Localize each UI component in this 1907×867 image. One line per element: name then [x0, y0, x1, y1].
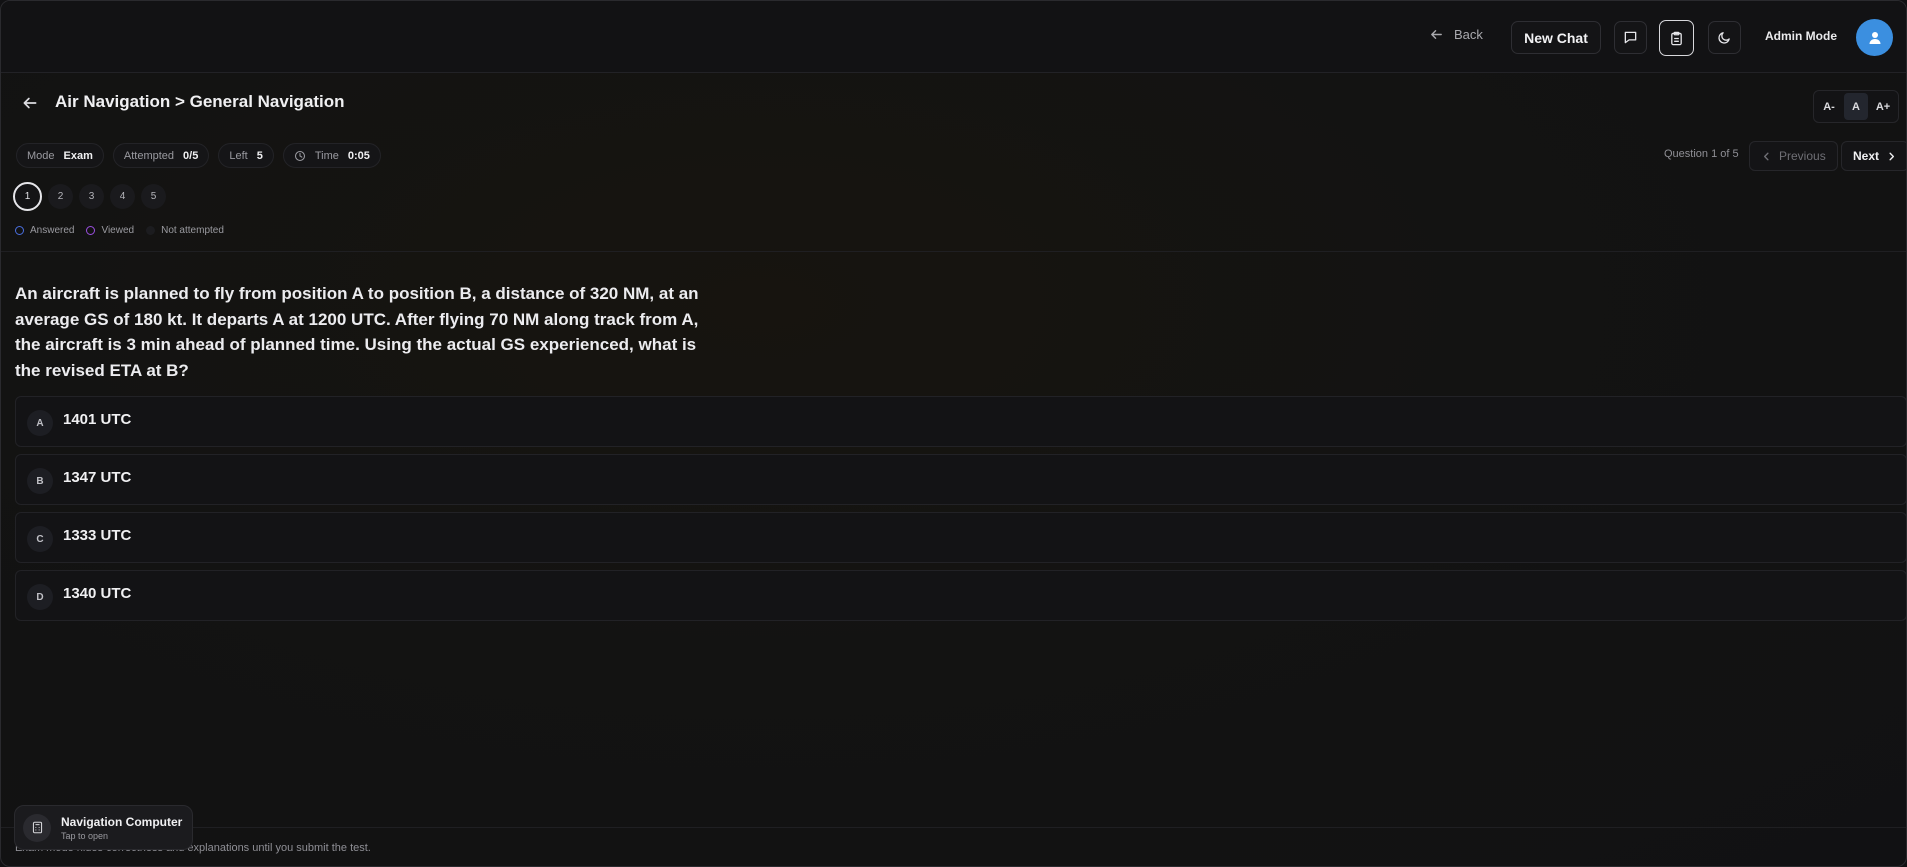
option-c[interactable]: C 1333 UTC — [15, 512, 1906, 563]
question-number-2[interactable]: 2 — [48, 184, 73, 209]
navigation-computer-button[interactable]: Navigation Computer Tap to open — [14, 805, 193, 850]
divider — [1, 251, 1906, 252]
theme-toggle-button[interactable] — [1708, 21, 1741, 54]
legend-not-attempted-label: Not attempted — [161, 225, 224, 236]
mode-chip: Mode Exam — [16, 143, 104, 168]
back-label: Back — [1454, 27, 1483, 42]
legend-answered-label: Answered — [30, 225, 75, 236]
back-link[interactable]: Back — [1429, 27, 1483, 42]
mode-value: Exam — [63, 149, 93, 162]
option-a[interactable]: A 1401 UTC — [15, 396, 1906, 447]
clock-icon — [294, 150, 305, 161]
stats-bar: Mode Exam Attempted 0/5 Left 5 Time 0:05 — [16, 143, 381, 168]
option-text: 1333 UTC — [63, 527, 132, 544]
next-label: Next — [1853, 149, 1880, 163]
new-chat-button[interactable]: New Chat — [1511, 21, 1601, 54]
time-chip: Time 0:05 — [282, 143, 381, 168]
option-b[interactable]: B 1347 UTC — [15, 454, 1906, 505]
arrow-left-icon — [1431, 30, 1442, 39]
title-back-icon[interactable] — [21, 94, 39, 112]
font-decrease-button[interactable]: A- — [1817, 93, 1841, 120]
font-default-button[interactable]: A — [1844, 93, 1868, 120]
option-letter: B — [27, 468, 53, 494]
answered-dot-icon — [15, 226, 24, 235]
user-icon — [1869, 31, 1880, 44]
question-number-1[interactable]: 1 — [13, 182, 42, 211]
font-size-controls: A- A A+ — [1813, 90, 1899, 123]
app-window: Back New Chat Admin Mode Air Navigation … — [0, 0, 1907, 867]
option-d[interactable]: D 1340 UTC — [15, 570, 1906, 621]
font-increase-button[interactable]: A+ — [1871, 93, 1895, 120]
navigation-computer-subtitle: Tap to open — [61, 830, 109, 841]
next-button[interactable]: Next — [1841, 141, 1906, 171]
attempted-value: 0/5 — [183, 149, 199, 162]
navigation-computer-title: Navigation Computer — [61, 814, 183, 829]
question-number-3[interactable]: 3 — [79, 184, 104, 209]
question-number-4[interactable]: 4 — [110, 184, 135, 209]
chat-button[interactable] — [1614, 21, 1647, 54]
avatar[interactable] — [1856, 19, 1893, 56]
footer-divider — [1, 827, 1906, 828]
question-text: An aircraft is planned to fly from posit… — [15, 284, 699, 380]
previous-button[interactable]: Previous — [1749, 141, 1838, 171]
question-number-nav: 1 2 3 4 5 — [13, 182, 166, 211]
left-key: Left — [229, 149, 248, 162]
left-chip: Left 5 — [218, 143, 274, 168]
time-value: 0:05 — [347, 149, 370, 162]
chevron-right-icon — [1889, 152, 1895, 160]
attempted-chip: Attempted 0/5 — [112, 143, 210, 168]
chevron-left-icon — [1763, 152, 1769, 160]
clipboard-button[interactable] — [1659, 20, 1694, 56]
status-legend: Answered Viewed Not attempted — [15, 225, 224, 236]
previous-label: Previous — [1779, 149, 1826, 163]
top-bar: Back New Chat Admin Mode — [1, 1, 1906, 73]
answer-options: A 1401 UTC B 1347 UTC C 1333 UTC D 1340 … — [15, 396, 1906, 628]
not-attempted-dot-icon — [146, 226, 156, 235]
viewed-dot-icon — [86, 226, 96, 235]
mode-key: Mode — [27, 149, 55, 162]
option-text: 1340 UTC — [63, 585, 132, 602]
option-letter: C — [27, 526, 53, 552]
time-key: Time — [314, 149, 339, 162]
option-text: 1401 UTC — [63, 411, 132, 428]
legend-viewed: Viewed — [86, 225, 134, 236]
attempted-key: Attempted — [123, 149, 175, 162]
legend-viewed-label: Viewed — [101, 225, 135, 236]
legend-answered: Answered — [15, 225, 74, 236]
legend-not-attempted: Not attempted — [146, 225, 224, 236]
clipboard-icon — [1671, 31, 1682, 45]
calculator-icon — [23, 813, 51, 842]
message-square-icon — [1624, 31, 1637, 44]
option-text: 1347 UTC — [63, 469, 132, 486]
option-letter: A — [27, 410, 53, 436]
admin-mode-label[interactable]: Admin Mode — [1765, 29, 1837, 43]
question-counter: Question 1 of 5 — [1664, 148, 1739, 160]
left-value: 5 — [256, 149, 263, 162]
option-letter: D — [27, 584, 53, 610]
page-title: Air Navigation > General Navigation — [55, 92, 345, 111]
moon-icon — [1718, 32, 1730, 44]
question-number-5[interactable]: 5 — [141, 184, 166, 209]
